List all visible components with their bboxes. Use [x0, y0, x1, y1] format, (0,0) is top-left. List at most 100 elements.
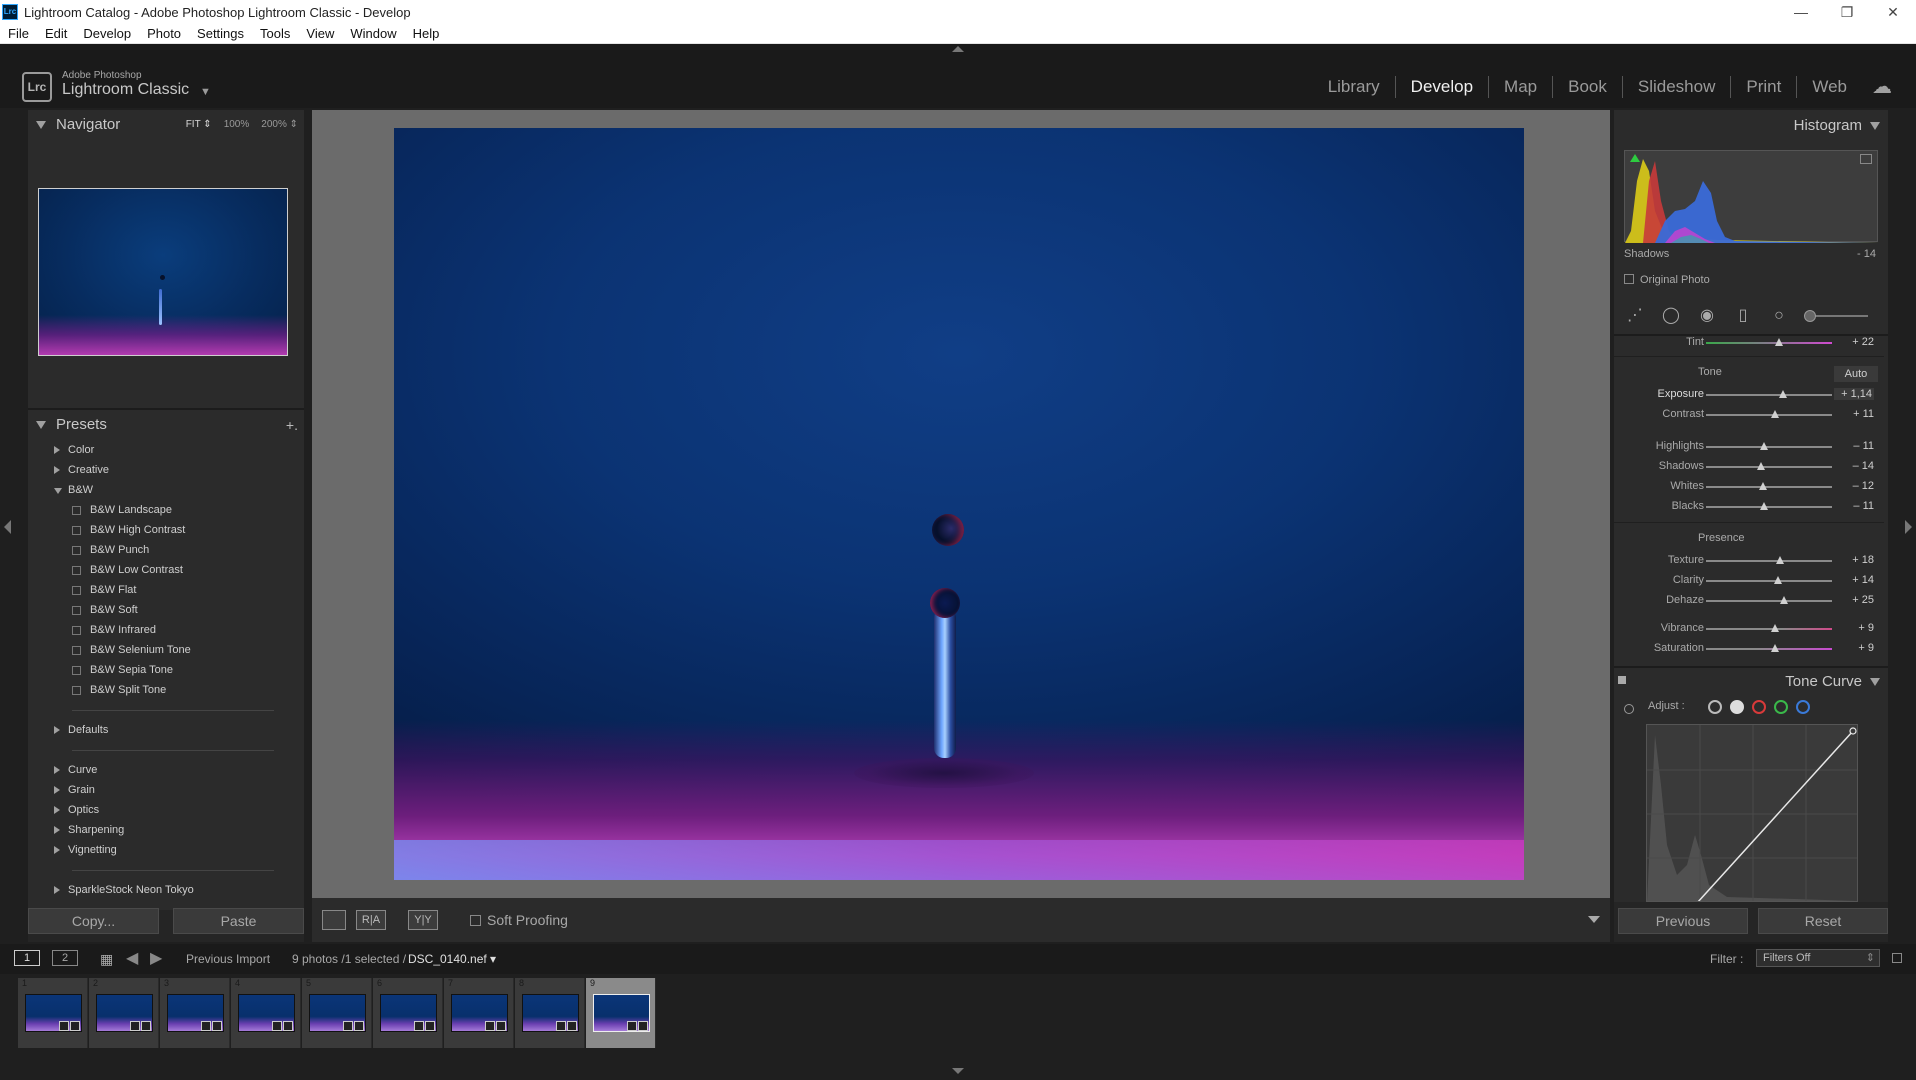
previous-settings-button[interactable]: Previous: [1618, 908, 1748, 934]
expand-triangle-icon[interactable]: [54, 766, 60, 774]
collapse-triangle-icon[interactable]: [36, 121, 46, 129]
navigator-preview[interactable]: [38, 188, 288, 356]
preset-item[interactable]: B&W Low Contrast: [28, 560, 304, 580]
toolbar-options-caret-icon[interactable]: [1588, 916, 1600, 923]
filmstrip-thumbnail[interactable]: 1: [18, 978, 88, 1048]
slider-thumb[interactable]: [1758, 482, 1767, 490]
slider-thumb[interactable]: [1780, 596, 1789, 604]
filmstrip-thumbnail-selected[interactable]: 9: [586, 978, 656, 1048]
left-panel-toggle-icon[interactable]: [4, 520, 11, 534]
slider-value[interactable]: – 11: [1834, 500, 1874, 512]
preset-item[interactable]: B&W High Contrast: [28, 520, 304, 540]
slider-track[interactable]: [1706, 644, 1832, 652]
auto-tone-button[interactable]: Auto: [1834, 366, 1878, 382]
exposure-slider[interactable]: Exposure + 1,14: [1614, 386, 1884, 404]
slider-track[interactable]: [1706, 442, 1832, 450]
slider-thumb[interactable]: [1770, 644, 1779, 652]
slider-thumb[interactable]: [1757, 462, 1766, 470]
main-window-button[interactable]: 1: [14, 950, 40, 966]
main-photo[interactable]: [394, 128, 1524, 880]
filter-lock-icon[interactable]: [1892, 953, 1902, 963]
preset-item[interactable]: B&W Flat: [28, 580, 304, 600]
slider-thumb[interactable]: [1775, 338, 1784, 346]
filmstrip-thumbnail[interactable]: 6: [373, 978, 443, 1048]
close-button[interactable]: ✕: [1870, 0, 1916, 24]
preset-group-curve[interactable]: Curve: [28, 760, 304, 780]
expand-triangle-icon[interactable]: [54, 726, 60, 734]
shadow-clipping-icon[interactable]: [1630, 154, 1640, 162]
preset-group-optics[interactable]: Optics: [28, 800, 304, 820]
module-book[interactable]: Book: [1552, 75, 1622, 98]
original-photo-toggle[interactable]: Original Photo: [1624, 274, 1710, 286]
before-after-top-bottom-button[interactable]: Y|Y: [408, 910, 438, 930]
minimize-button[interactable]: —: [1778, 0, 1824, 24]
loupe-view-button[interactable]: [322, 910, 346, 930]
top-panel-toggle-icon[interactable]: [952, 46, 964, 52]
identity-menu-caret-icon[interactable]: ▼: [200, 86, 211, 98]
collapse-triangle-icon[interactable]: [36, 421, 46, 429]
add-preset-icon[interactable]: +.: [286, 410, 298, 440]
parametric-curve-icon[interactable]: [1708, 700, 1722, 714]
zoom-fit[interactable]: FIT ⇕: [186, 110, 212, 140]
restore-button[interactable]: ❐: [1824, 0, 1870, 24]
menu-help[interactable]: Help: [405, 26, 448, 41]
preset-group-bw[interactable]: B&W: [28, 480, 304, 500]
module-library[interactable]: Library: [1313, 76, 1395, 98]
expand-triangle-icon[interactable]: [54, 786, 60, 794]
whites-slider[interactable]: Whites – 12: [1614, 478, 1884, 496]
soft-proofing-checkbox[interactable]: [470, 915, 481, 926]
filmstrip-thumbnail[interactable]: 8: [515, 978, 585, 1048]
point-curve-rgb-icon[interactable]: [1730, 700, 1744, 714]
grid-view-icon[interactable]: ▦: [100, 951, 113, 968]
highlights-slider[interactable]: Highlights – 11: [1614, 438, 1884, 456]
slider-value[interactable]: + 14: [1834, 574, 1874, 586]
expand-triangle-icon[interactable]: [54, 886, 60, 894]
cloud-sync-icon[interactable]: ☁: [1872, 74, 1892, 99]
filmstrip-thumbnail[interactable]: 3: [160, 978, 230, 1048]
menu-settings[interactable]: Settings: [189, 26, 252, 41]
slider-thumb[interactable]: [1778, 390, 1787, 398]
crop-overlay-icon[interactable]: ⋰: [1624, 305, 1646, 327]
shadows-slider[interactable]: Shadows – 14: [1614, 458, 1884, 476]
slider-track[interactable]: [1706, 576, 1832, 584]
preset-item[interactable]: B&W Split Tone: [28, 680, 304, 700]
filmstrip-thumbnail[interactable]: 5: [302, 978, 372, 1048]
targeted-adjustment-icon[interactable]: [1624, 704, 1634, 714]
filmstrip-thumbnail[interactable]: 2: [89, 978, 159, 1048]
filmstrip-thumbnail[interactable]: 7: [444, 978, 514, 1048]
slider-track[interactable]: [1706, 624, 1832, 632]
collapse-triangle-icon[interactable]: [1870, 122, 1880, 130]
preset-group-color[interactable]: Color: [28, 440, 304, 460]
panel-enable-toggle-icon[interactable]: [1618, 676, 1626, 684]
slider-value[interactable]: – 11: [1834, 440, 1874, 452]
slider-value[interactable]: + 9: [1834, 622, 1874, 634]
filmstrip-source[interactable]: Previous Import: [186, 952, 270, 966]
slider-thumb[interactable]: [1770, 624, 1779, 632]
texture-slider[interactable]: Texture + 18: [1614, 552, 1884, 570]
zoom-100[interactable]: 100%: [224, 110, 250, 140]
preset-group-vignetting[interactable]: Vignetting: [28, 840, 304, 860]
dehaze-slider[interactable]: Dehaze + 25: [1614, 592, 1884, 610]
preset-item[interactable]: B&W Sepia Tone: [28, 660, 304, 680]
slider-value[interactable]: + 11: [1834, 408, 1874, 420]
slider-track[interactable]: [1706, 556, 1832, 564]
reset-button[interactable]: Reset: [1758, 908, 1888, 934]
preset-group-creative[interactable]: Creative: [28, 460, 304, 480]
slider-track[interactable]: [1706, 462, 1832, 470]
filmstrip-thumbnail[interactable]: 4: [231, 978, 301, 1048]
blue-channel-icon[interactable]: [1796, 700, 1810, 714]
slider-value[interactable]: – 12: [1834, 480, 1874, 492]
collapse-triangle-icon[interactable]: [54, 488, 62, 494]
blacks-slider[interactable]: Blacks – 11: [1614, 498, 1884, 516]
before-after-left-right-button[interactable]: R|A: [356, 910, 386, 930]
clarity-slider[interactable]: Clarity + 14: [1614, 572, 1884, 590]
module-slideshow[interactable]: Slideshow: [1621, 75, 1731, 98]
red-channel-icon[interactable]: [1752, 700, 1766, 714]
menu-photo[interactable]: Photo: [139, 26, 189, 41]
slider-value[interactable]: + 1,14: [1834, 388, 1874, 400]
histogram-graph[interactable]: [1624, 150, 1879, 243]
highlight-clipping-icon[interactable]: [1860, 154, 1872, 164]
adjustment-brush-slider[interactable]: [1804, 310, 1868, 322]
preset-item[interactable]: B&W Selenium Tone: [28, 640, 304, 660]
original-photo-checkbox[interactable]: [1624, 274, 1634, 284]
